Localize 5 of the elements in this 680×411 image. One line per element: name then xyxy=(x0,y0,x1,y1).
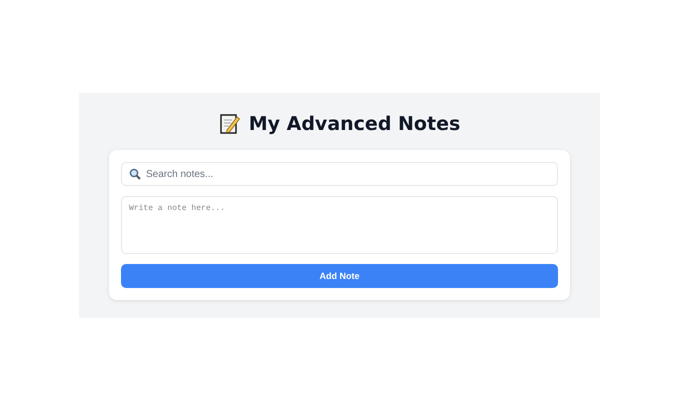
add-note-button[interactable]: Add Note xyxy=(121,264,558,288)
search-field[interactable]: Search notes... xyxy=(121,162,558,186)
app-title: My Advanced Notes xyxy=(248,113,460,135)
note-field[interactable]: Write a note here... xyxy=(121,196,558,254)
memo-icon xyxy=(218,113,241,135)
